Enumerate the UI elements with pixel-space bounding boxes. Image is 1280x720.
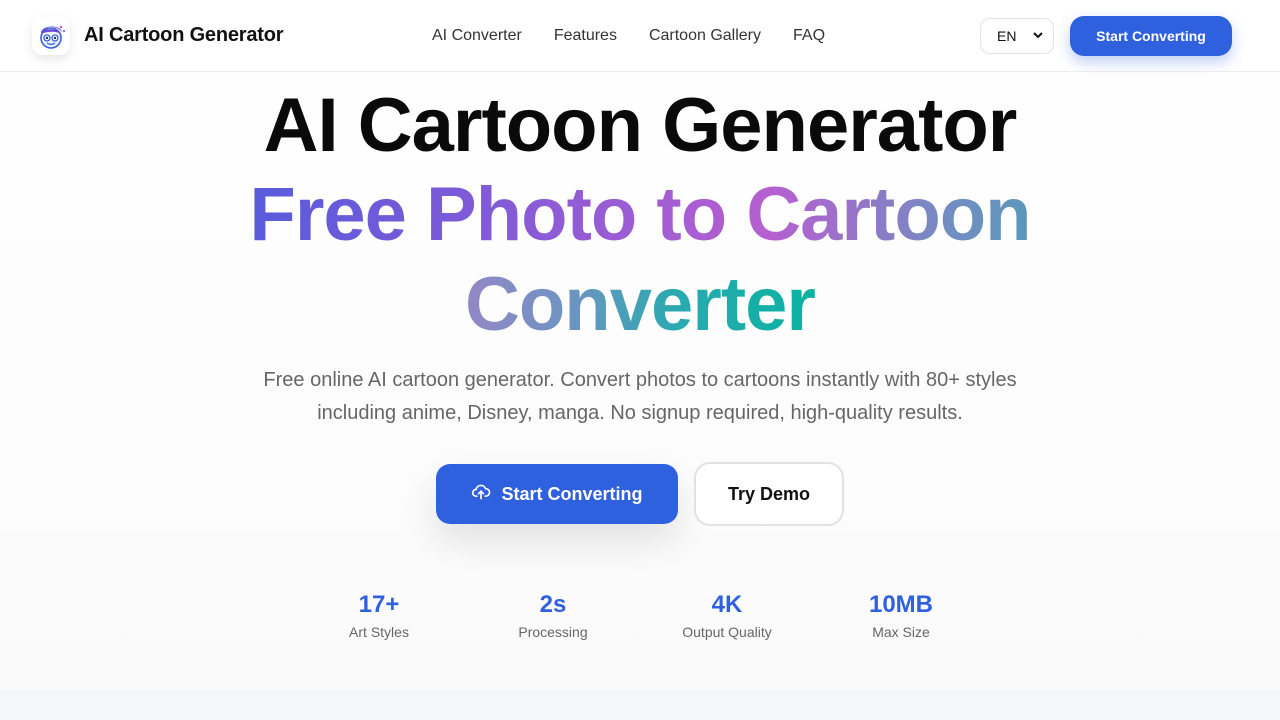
stat-item: 10MB Max Size (814, 590, 988, 640)
stat-label: Max Size (872, 624, 930, 640)
stat-label: Processing (518, 624, 588, 640)
start-converting-label: Start Converting (501, 483, 643, 504)
upload-cloud-icon (471, 482, 491, 507)
hero-gradient-title-line1: Free Photo to Cartoon (0, 170, 1280, 260)
hero-subtitle: Free online AI cartoon generator. Conver… (263, 369, 1017, 424)
language-select[interactable]: EN (980, 18, 1054, 54)
header-actions: EN Start Converting (980, 16, 1232, 56)
header-start-converting-button[interactable]: Start Converting (1070, 16, 1232, 56)
site-header: AI Cartoon Generator AI Converter Featur… (0, 0, 1280, 72)
stat-value: 17+ (358, 591, 400, 618)
brand[interactable]: AI Cartoon Generator (32, 16, 284, 55)
stat-value: 10MB (868, 591, 934, 618)
nav-faq[interactable]: FAQ (793, 27, 825, 45)
nav-ai-converter[interactable]: AI Converter (432, 27, 522, 45)
nav-cartoon-gallery[interactable]: Cartoon Gallery (649, 27, 761, 45)
stat-label: Art Styles (349, 624, 409, 640)
brand-name: AI Cartoon Generator (84, 24, 284, 46)
main-nav: AI Converter Features Cartoon Gallery FA… (432, 0, 825, 72)
stat-item: 2s Processing (466, 590, 640, 640)
cartoon-face-icon (32, 16, 70, 55)
try-demo-button[interactable]: Try Demo (694, 462, 844, 526)
hero-cta-row: Start Converting Try Demo (0, 462, 1280, 526)
language-value: EN (997, 28, 1017, 44)
nav-features[interactable]: Features (554, 27, 617, 45)
hero-gradient-title-line2: Converter (460, 260, 820, 350)
stat-item: 17+ Art Styles (292, 590, 466, 640)
start-converting-button[interactable]: Start Converting (436, 464, 678, 524)
stat-item: 4K Output Quality (640, 590, 814, 640)
stat-label: Output Quality (682, 624, 772, 640)
hero-title: AI Cartoon Generator (263, 83, 1018, 168)
stats-row: 17+ Art Styles 2s Processing 4K Output Q… (292, 590, 988, 640)
stat-value: 4K (711, 591, 743, 618)
next-section-band (0, 690, 1280, 720)
chevron-down-icon (1033, 31, 1043, 42)
stat-value: 2s (539, 591, 567, 618)
